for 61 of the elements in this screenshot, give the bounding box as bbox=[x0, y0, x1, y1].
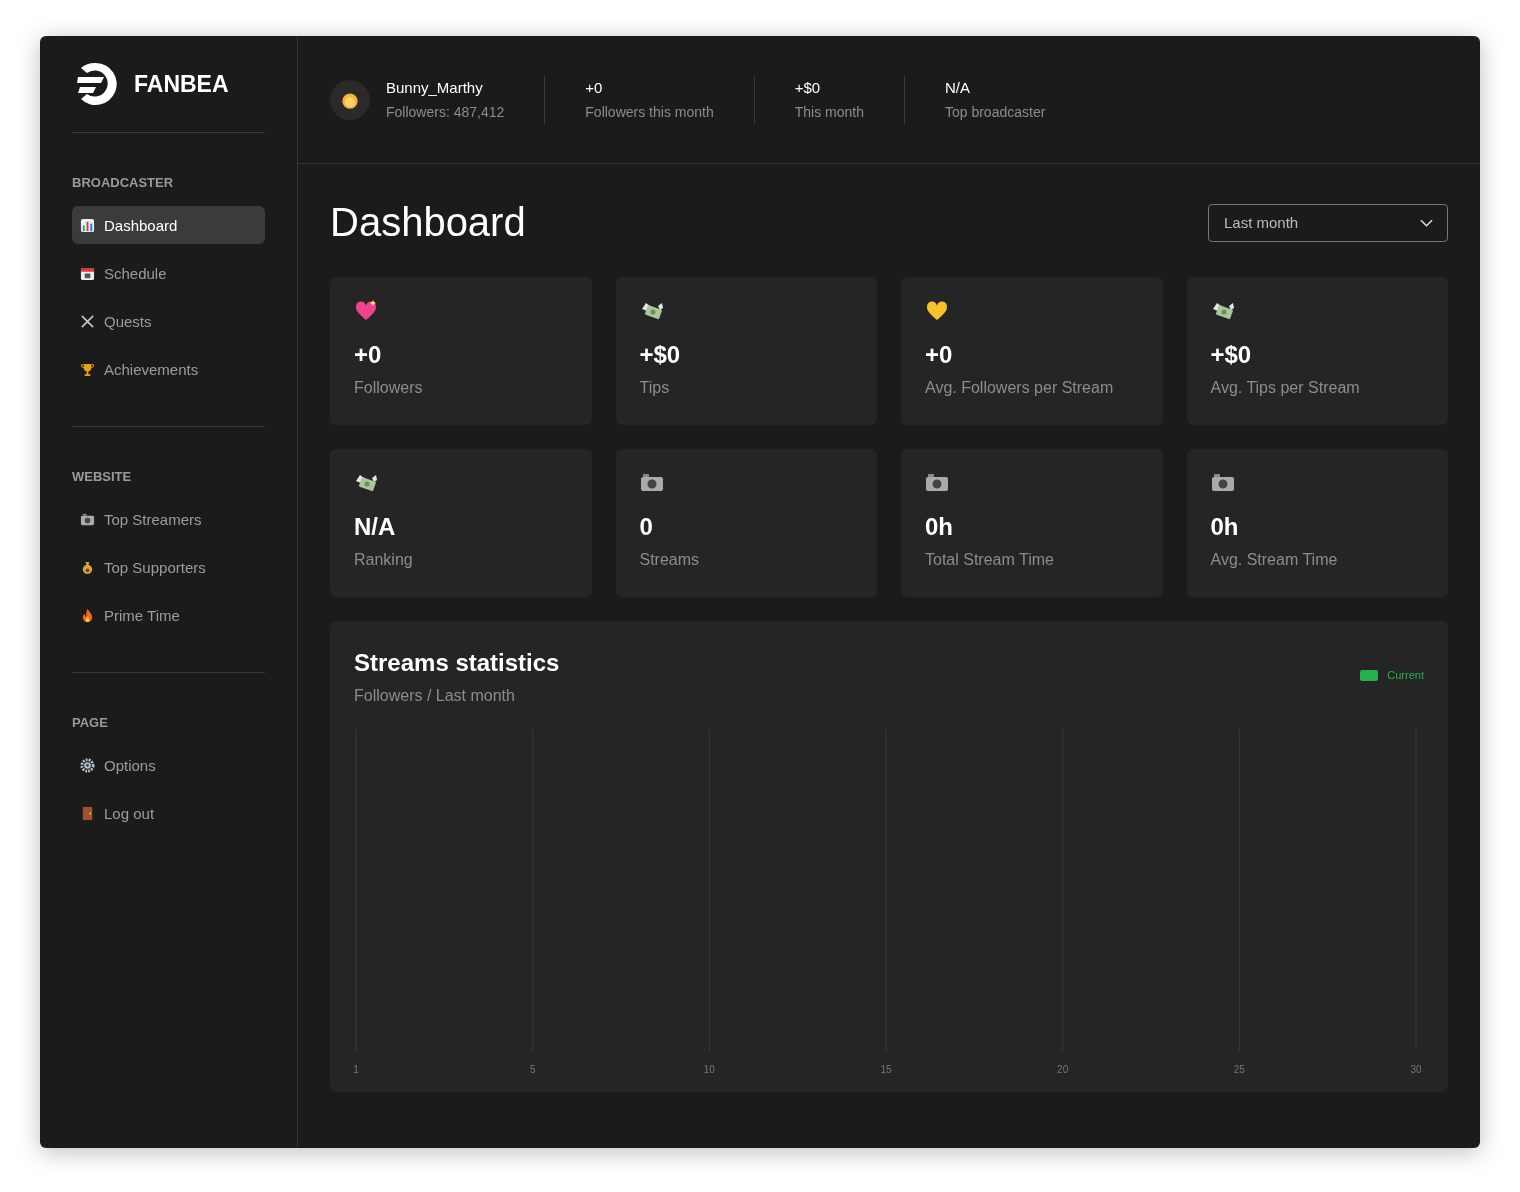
nav-item[interactable]: Prime Time bbox=[72, 596, 265, 634]
x-axis-label: 20 bbox=[1057, 1064, 1069, 1075]
stat-value: N/A bbox=[944, 79, 971, 96]
nav-item[interactable]: Schedule bbox=[72, 254, 265, 292]
gear-icon bbox=[80, 757, 95, 773]
card-label: Avg. Tips per Stream bbox=[1210, 379, 1361, 397]
nav-item[interactable]: Quests bbox=[72, 302, 265, 340]
nav-item[interactable]: Achievements bbox=[72, 350, 265, 388]
x-axis-label: 1 bbox=[354, 1064, 359, 1075]
camera-icon bbox=[80, 511, 95, 527]
card-label: Streams bbox=[639, 551, 701, 569]
heart-icon bbox=[925, 299, 949, 323]
card-value: +$0 bbox=[1210, 341, 1253, 369]
period-dropdown[interactable]: Last month bbox=[1208, 203, 1448, 242]
nav-item[interactable]: Log out bbox=[72, 794, 265, 832]
chevron-down-icon bbox=[1420, 218, 1433, 227]
page-title: Dashboard bbox=[330, 200, 526, 245]
card-value: +$0 bbox=[639, 341, 682, 369]
brand-name: FANBEA bbox=[134, 70, 229, 98]
user-name: Bunny_Marthy bbox=[386, 79, 484, 96]
trophy-icon bbox=[80, 361, 95, 377]
follower-count: Followers: 487,412 bbox=[386, 104, 505, 120]
stat-label: Top broadcaster bbox=[944, 104, 1046, 120]
heart-icon bbox=[354, 299, 378, 323]
stat-value: +0 bbox=[585, 79, 604, 96]
card-label: Avg. Stream Time bbox=[1210, 551, 1339, 569]
nav-item[interactable]: Top Supporters bbox=[72, 548, 265, 586]
nav-item[interactable]: Options bbox=[72, 746, 265, 784]
card-value: +0 bbox=[925, 341, 954, 369]
chart-icon bbox=[80, 217, 95, 233]
legend-label: Current bbox=[1387, 669, 1424, 681]
fire-icon bbox=[80, 607, 95, 623]
card-label: Followers bbox=[354, 379, 424, 397]
card-label: Avg. Followers per Stream bbox=[925, 379, 1115, 397]
x-axis-label: 25 bbox=[1233, 1064, 1245, 1075]
nav-item[interactable]: Dashboard bbox=[72, 206, 265, 244]
chart-subtitle: Followers / Last month bbox=[354, 687, 516, 705]
x-axis-label: 30 bbox=[1410, 1064, 1422, 1075]
card-value: +0 bbox=[354, 341, 383, 369]
stat-label: This month bbox=[794, 104, 864, 120]
money-bag-icon bbox=[80, 559, 95, 575]
section-heading: WEBSITE bbox=[72, 469, 133, 484]
section-heading: PAGE bbox=[72, 715, 109, 730]
nav-item[interactable]: Top Streamers bbox=[72, 500, 265, 538]
stat-value: +$0 bbox=[794, 79, 822, 96]
section-heading: BROADCASTER bbox=[72, 175, 175, 190]
card-value: N/A bbox=[354, 513, 397, 541]
card-value: 0h bbox=[925, 513, 954, 541]
card-label: Ranking bbox=[354, 551, 414, 569]
chart-title: Streams statistics bbox=[354, 649, 560, 677]
door-icon bbox=[80, 805, 95, 821]
x-axis-label: 5 bbox=[529, 1064, 536, 1075]
card-label: Total Stream Time bbox=[925, 551, 1055, 569]
x-axis-label: 15 bbox=[880, 1064, 892, 1075]
swords-icon bbox=[80, 313, 95, 329]
calendar-icon bbox=[80, 265, 95, 281]
card-value: 0h bbox=[1210, 513, 1240, 541]
stat-label: Followers this month bbox=[585, 104, 714, 120]
card-value: 0 bbox=[639, 513, 654, 541]
x-axis-label: 10 bbox=[703, 1064, 715, 1075]
card-label: Tips bbox=[639, 379, 671, 397]
